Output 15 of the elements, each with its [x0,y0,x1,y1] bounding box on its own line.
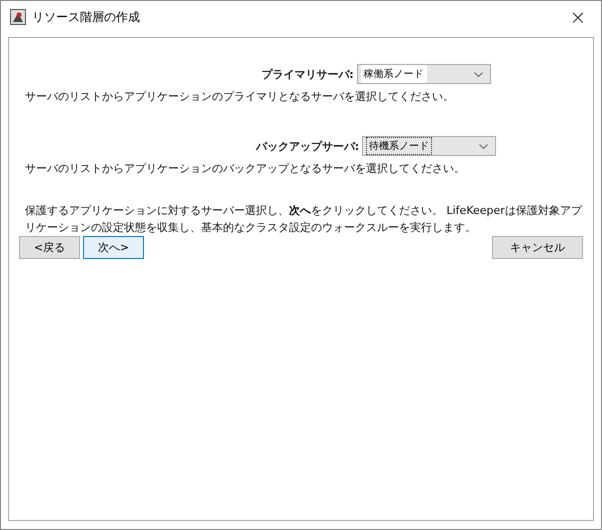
instruction-text: 保護するアプリケーションに対するサーバー選択し、次へをクリックしてください。 LifeKeeperは保護対象アプリケーションの設定状態を収集し、基本的なクラスタ設定のウォークスルーを実行します。 [24,203,584,236]
chevron-down-icon [479,144,488,148]
nav-button[interactable]: <戻る [19,236,80,259]
field-label: プライマリサーバ: [261,66,354,82]
server-dropdown[interactable]: 待機系ノード [362,136,496,156]
field-label: バックアップサーバ: [256,138,360,154]
description-text: サーバのリストからアプリケーションのプライマリとなるサーバを選択してください。 [24,89,455,104]
window-title: リソース階層の作成 [32,8,140,26]
cancel-button[interactable]: キャンセル [492,236,583,259]
nav-button[interactable]: 次へ> [83,236,144,259]
chevron-down-icon [474,72,483,76]
close-button[interactable]: × [555,2,601,32]
description-text: サーバのリストからアプリケーションのバックアップとなるサーバを選択してください。 [24,161,466,176]
server-dropdown[interactable]: 稼働系ノード [356,64,491,84]
app-icon [10,9,26,25]
